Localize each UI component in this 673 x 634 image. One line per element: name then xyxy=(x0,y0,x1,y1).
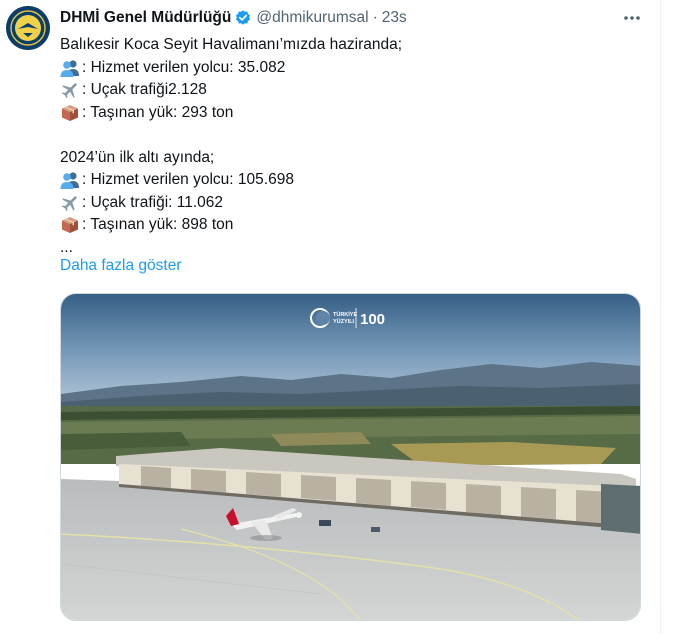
text-line-content: : Uçak trafiği2.128 xyxy=(82,81,207,98)
text-line: : Hizmet verilen yolcu: 35.082 xyxy=(60,57,640,80)
more-options-button[interactable] xyxy=(620,7,644,29)
text-line: : Uçak trafiği2.128 xyxy=(60,79,640,102)
text-line: : Taşınan yük: 898 ton xyxy=(60,214,640,237)
text-line-content: : Hizmet verilen yolcu: 105.698 xyxy=(82,171,294,188)
text-line-content: : Taşınan yük: 293 ton xyxy=(82,103,234,121)
tweet-header: DHMİ Genel Müdürlüğü @dhmikurumsal · 23s xyxy=(60,7,407,29)
text-line: ... xyxy=(60,237,640,260)
airplane-icon xyxy=(60,80,80,100)
busts-in-silhouette-icon xyxy=(60,170,80,190)
package-icon xyxy=(60,215,80,235)
text-line-content: : Uçak trafiği: 11.062 xyxy=(82,193,224,211)
text-line: : Taşınan yük: 293 ton xyxy=(60,102,640,125)
media-logo-left-line2: YÜZYILI xyxy=(333,318,355,325)
column-divider xyxy=(660,0,661,634)
text-line-content: 2024’ün ilk altı ayında; xyxy=(60,148,215,166)
media-logo-left-line1: TÜRKİYE xyxy=(333,311,357,318)
text-line: : Hizmet verilen yolcu: 105.698 xyxy=(60,169,640,192)
tweet-text: Balıkesir Koca Seyit Havalimanı’mızda ha… xyxy=(60,34,640,259)
package-icon xyxy=(60,103,80,123)
text-line: : Uçak trafiği: 11.062 xyxy=(60,192,640,215)
avatar[interactable] xyxy=(6,6,50,50)
media-image[interactable]: TÜRKİYE YÜZYILI 100 xyxy=(60,293,641,621)
text-line: Balıkesir Koca Seyit Havalimanı’mızda ha… xyxy=(60,34,640,57)
media-logo-right: 100 xyxy=(360,311,385,328)
show-more-link[interactable]: Daha fazla göster xyxy=(60,257,182,275)
timestamp[interactable]: 23s xyxy=(382,9,407,27)
text-line-content: ... xyxy=(60,238,73,256)
text-line-content: Balıkesir Koca Seyit Havalimanı’mızda ha… xyxy=(60,36,403,53)
text-line: 2024’ün ilk altı ayında; xyxy=(60,147,640,170)
handle[interactable]: @dhmikurumsal xyxy=(256,9,368,27)
text-line-content: : Hizmet verilen yolcu: 35.082 xyxy=(82,58,286,76)
more-options-icon xyxy=(624,16,640,20)
verified-badge-icon[interactable] xyxy=(234,9,252,27)
display-name[interactable]: DHMİ Genel Müdürlüğü xyxy=(60,9,231,27)
separator-dot: · xyxy=(372,9,378,26)
text-line-content: : Taşınan yük: 898 ton xyxy=(82,216,234,233)
busts-in-silhouette-icon xyxy=(60,58,80,78)
tweet[interactable]: DHMİ Genel Müdürlüğü @dhmikurumsal · 23s… xyxy=(0,0,660,634)
airplane-icon xyxy=(60,193,80,213)
